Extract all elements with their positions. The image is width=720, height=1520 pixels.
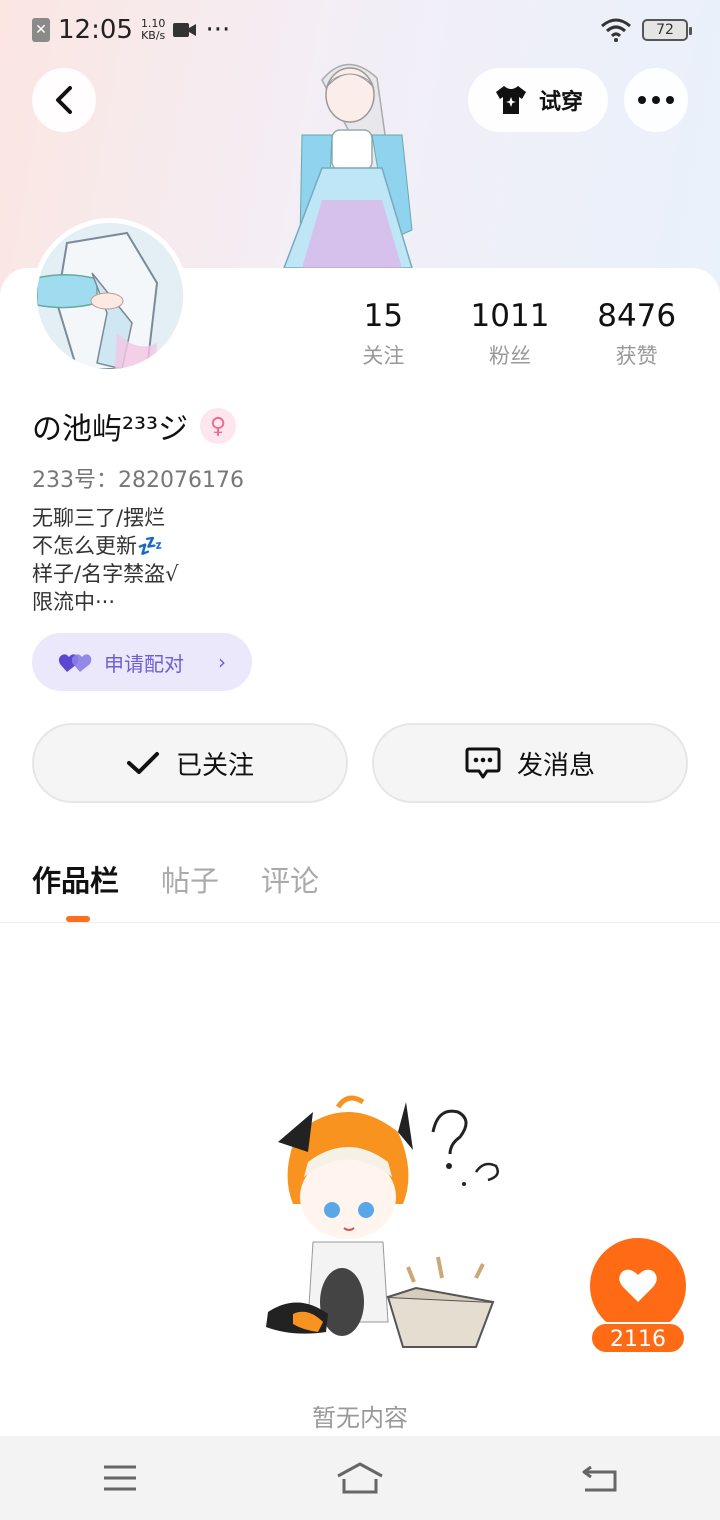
followed-button[interactable]: 已关注: [32, 723, 348, 803]
request-pairing-label: 申请配对: [104, 651, 184, 676]
username: の池屿²³³ジ: [32, 412, 189, 447]
request-pairing-button[interactable]: 申请配对 ›: [32, 633, 252, 691]
like-count: 2116: [590, 1322, 686, 1354]
network-speed-unit: KB/s: [141, 29, 166, 42]
back-arrow-icon: [582, 1465, 617, 1492]
like-button[interactable]: [590, 1238, 686, 1334]
bio-line: 无聊三了/摆烂: [32, 506, 166, 530]
stat-following-label: 关注: [362, 344, 405, 368]
wifi-icon: [601, 18, 631, 42]
tab-works[interactable]: 作品栏: [32, 858, 119, 900]
user-id[interactable]: 233号：282076176: [32, 462, 244, 494]
tabs-divider: [0, 922, 720, 923]
network-speed: 1.10 KB/s: [141, 18, 166, 42]
stat-likes-label: 获赞: [615, 344, 658, 368]
stat-followers-value: 1011: [470, 298, 550, 334]
stat-following[interactable]: 15 关注: [320, 298, 447, 370]
no-sim-icon: ✕: [32, 18, 50, 42]
tab-comments[interactable]: 评论: [261, 858, 319, 900]
system-navigation-bar: [0, 1436, 720, 1520]
status-time: 12:05: [58, 15, 133, 45]
menu-icon: [104, 1465, 136, 1491]
tshirt-icon: [495, 86, 526, 114]
bio: 无聊三了/摆烂 不怎么更新💤 样子/名字禁盗√ 限流中···: [32, 504, 178, 616]
battery-indicator: 72: [642, 19, 692, 41]
empty-state-illustration: [266, 1095, 499, 1348]
bio-line: 限流中···: [32, 590, 116, 614]
stat-followers-label: 粉丝: [489, 344, 531, 368]
chat-bubble-icon: [465, 747, 501, 779]
bio-line: 不怎么更新💤: [32, 534, 164, 558]
bio-line: 样子/名字禁盗√: [32, 562, 179, 586]
nav-menu-button[interactable]: [80, 1448, 160, 1508]
chevron-left-icon: [56, 86, 72, 114]
back-button[interactable]: [32, 68, 96, 132]
stat-likes-value: 8476: [597, 298, 677, 334]
profile-tabs: 作品栏 帖子 评论: [32, 858, 319, 900]
try-on-label: 试穿: [538, 90, 583, 115]
status-bar: ✕ 12:05 1.10 KB/s ··· 72: [0, 0, 720, 60]
username-row: の池屿²³³ジ ♀: [32, 404, 237, 448]
heart-icon: [619, 1269, 657, 1302]
followed-label: 已关注: [175, 750, 254, 781]
send-message-button[interactable]: 发消息: [372, 723, 688, 803]
nav-home-button[interactable]: [320, 1448, 400, 1508]
more-dots-icon: [638, 96, 674, 104]
tab-posts[interactable]: 帖子: [161, 858, 219, 900]
empty-state-text: 暂无内容: [312, 1404, 408, 1432]
chevron-right-icon: ›: [218, 650, 226, 674]
send-message-label: 发消息: [516, 750, 595, 781]
nav-back-button[interactable]: [560, 1448, 640, 1508]
avatar-image: [37, 223, 183, 369]
try-on-button[interactable]: 试穿: [468, 68, 608, 132]
female-gender-icon: ♀: [200, 408, 237, 444]
checkmark-icon: [126, 752, 159, 774]
character-model-image: [282, 63, 414, 271]
more-options-button[interactable]: [624, 68, 688, 132]
status-more-dots: ···: [205, 15, 231, 45]
stat-followers[interactable]: 1011 粉丝: [447, 298, 574, 370]
video-record-icon: [173, 23, 197, 37]
avatar[interactable]: [32, 218, 188, 374]
home-icon: [337, 1462, 383, 1494]
stat-following-value: 15: [363, 298, 404, 334]
profile-stats: 15 关注 1011 粉丝 8476 获赞: [320, 298, 700, 370]
stat-likes[interactable]: 8476 获赞: [573, 298, 700, 370]
double-heart-icon: [58, 654, 92, 672]
